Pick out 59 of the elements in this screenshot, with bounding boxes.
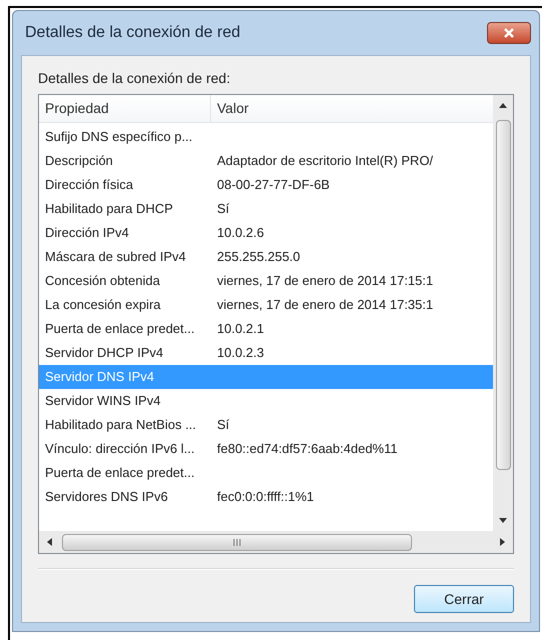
close-dialog-button[interactable]: Cerrar — [414, 585, 514, 613]
property-cell-text: Concesión obtenida — [44, 272, 161, 290]
list-row[interactable]: Habilitado para DHCP Sí — [39, 197, 493, 221]
property-cell-text: Dirección IPv4 — [44, 224, 130, 242]
column-header[interactable]: Valor — [211, 95, 493, 122]
property-cell-text: Máscara de subred IPv4 — [44, 248, 187, 266]
value-cell-text: 255.255.255.0 — [216, 248, 300, 266]
scroll-thumb[interactable] — [62, 534, 412, 550]
property-cell-text: Puerta de enlace predet... — [44, 320, 196, 338]
property-cell-text: Vínculo: dirección IPv6 l... — [44, 440, 196, 458]
scroll-thumb[interactable] — [496, 120, 510, 470]
column-header[interactable]: Propiedad — [39, 95, 211, 122]
value-cell-text: fe80::ed74:df57:6aab:4ded%11 — [216, 440, 398, 458]
value-cell-text: viernes, 17 de enero de 2014 17:15:1 — [216, 272, 434, 290]
value-cell-text: 10.0.2.3 — [216, 344, 264, 362]
list-row[interactable]: Habilitado para NetBios ... Sí — [39, 413, 493, 437]
property-cell-text: Servidor WINS IPv4 — [44, 392, 162, 410]
close-icon — [503, 27, 515, 39]
list-row[interactable]: Servidores DNS IPv6 fec0:0:0:ffff::1%1 — [39, 485, 493, 509]
scroll-right-icon — [500, 538, 505, 546]
value-cell-text: Sí — [216, 416, 230, 434]
property-cell-text: Descripción — [44, 152, 114, 170]
value-cell-text: Sí — [216, 200, 230, 218]
window-title: Detalles de la conexión de red — [25, 23, 240, 43]
scroll-up-icon — [499, 103, 507, 108]
value-cell-text: 10.0.2.6 — [216, 224, 264, 242]
property-cell-text: La concesión expira — [44, 296, 162, 314]
property-cell-text: Servidor DNS IPv4 — [44, 368, 156, 386]
property-cell-text: Sufijo DNS específico p... — [44, 128, 194, 146]
list-row[interactable]: Concesión obtenida viernes, 17 de enero de 2014 17:15:1 — [39, 269, 493, 293]
list-row[interactable]: Máscara de subred IPv4 255.255.255.0 — [39, 245, 493, 269]
vertical-scrollbar[interactable] — [493, 95, 513, 531]
list-row[interactable]: Servidor WINS IPv4 — [39, 389, 493, 413]
value-cell-text: 10.0.2.1 — [216, 320, 264, 338]
list-row[interactable]: Vínculo: dirección IPv6 l... fe80::ed74:df57:6aab:4ded%11 — [39, 437, 493, 461]
scroll-left-icon — [47, 538, 52, 546]
property-cell-text: Puerta de enlace predet... — [44, 464, 196, 482]
property-cell-text: Servidor DHCP IPv4 — [44, 344, 164, 362]
list-row[interactable]: La concesión expira viernes, 17 de enero de 2014 17:35:1 — [39, 293, 493, 317]
property-cell-text: Servidores DNS IPv6 — [44, 488, 169, 506]
list-row[interactable]: Puerta de enlace predet... 10.0.2.1 — [39, 317, 493, 341]
horizontal-scrollbar[interactable] — [39, 531, 513, 553]
list-row[interactable]: Servidor DHCP IPv4 10.0.2.3 — [39, 341, 493, 365]
value-cell-text: 08-00-27-77-DF-6B — [216, 176, 330, 194]
value-cell-text: fec0:0:0:ffff::1%1 — [216, 488, 314, 506]
value-cell-text: viernes, 17 de enero de 2014 17:35:1 — [216, 296, 434, 314]
close-button[interactable] — [487, 22, 531, 44]
scroll-down-icon — [499, 518, 507, 523]
grip-icon — [233, 538, 241, 546]
property-cell-text: Habilitado para NetBios ... — [44, 416, 198, 434]
list-row[interactable]: Puerta de enlace predet... — [39, 461, 493, 485]
property-cell-text: Dirección física — [44, 176, 134, 194]
list-row[interactable]: Sufijo DNS específico p... — [39, 125, 493, 149]
list-row[interactable]: Dirección IPv4 10.0.2.6 — [39, 221, 493, 245]
section-label: Detalles de la conexión de red: — [38, 69, 232, 88]
property-cell-text: Habilitado para DHCP — [44, 200, 174, 218]
list-row[interactable]: Descripción Adaptador de escritorio Intel(R) PRO/ — [39, 149, 493, 173]
list-row[interactable]: Dirección física 08-00-27-77-DF-6B — [39, 173, 493, 197]
value-cell-text: Adaptador de escritorio Intel(R) PRO/ — [216, 152, 434, 170]
